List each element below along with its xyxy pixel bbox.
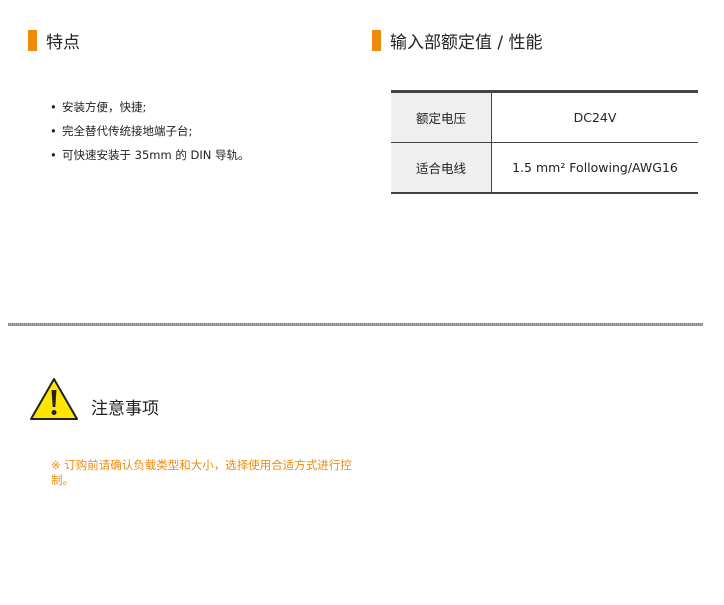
feature-text: 安装方便，快捷; <box>62 100 147 114</box>
features-section-title: 特点 <box>28 28 80 53</box>
section-divider <box>8 323 703 326</box>
feature-text: 可快速安装于 35mm 的 DIN 导轨。 <box>62 148 250 162</box>
notice-title: 注意事项 <box>91 399 159 419</box>
rating-label: 额定电压 <box>391 91 492 143</box>
list-item: • 可快速安装于 35mm 的 DIN 导轨。 <box>50 143 250 167</box>
list-item: • 安装方便，快捷; <box>50 95 250 119</box>
features-list: • 安装方便，快捷; • 完全替代传统接地端子台; • 可快速安装于 35mm 的 D… <box>50 95 250 167</box>
ratings-title-text: 输入部额定值 / 性能 <box>390 33 543 53</box>
feature-text: 完全替代传统接地端子台; <box>62 124 193 138</box>
rating-label: 适合电线 <box>391 142 492 193</box>
table-row: 适合电线 1.5 mm² Following/AWG16 <box>391 142 698 193</box>
rating-value: 1.5 mm² Following/AWG16 <box>491 142 698 193</box>
ratings-table: 额定电压 DC24V 适合电线 1.5 mm² Following/AWG16 <box>391 90 698 194</box>
table-row: 额定电压 DC24V <box>391 91 698 143</box>
warning-triangle-icon <box>30 378 78 420</box>
features-title-text: 特点 <box>46 33 80 53</box>
rating-value: DC24V <box>573 110 617 125</box>
title-accent-bar <box>28 30 37 51</box>
list-item: • 完全替代传统接地端子台; <box>50 119 250 143</box>
ratings-section-title: 输入部额定值 / 性能 <box>372 28 543 53</box>
notice-text: ※ 订购前请确认负载类型和大小，选择使用合适方式进行控制。 <box>51 458 352 487</box>
title-accent-bar <box>372 30 381 51</box>
